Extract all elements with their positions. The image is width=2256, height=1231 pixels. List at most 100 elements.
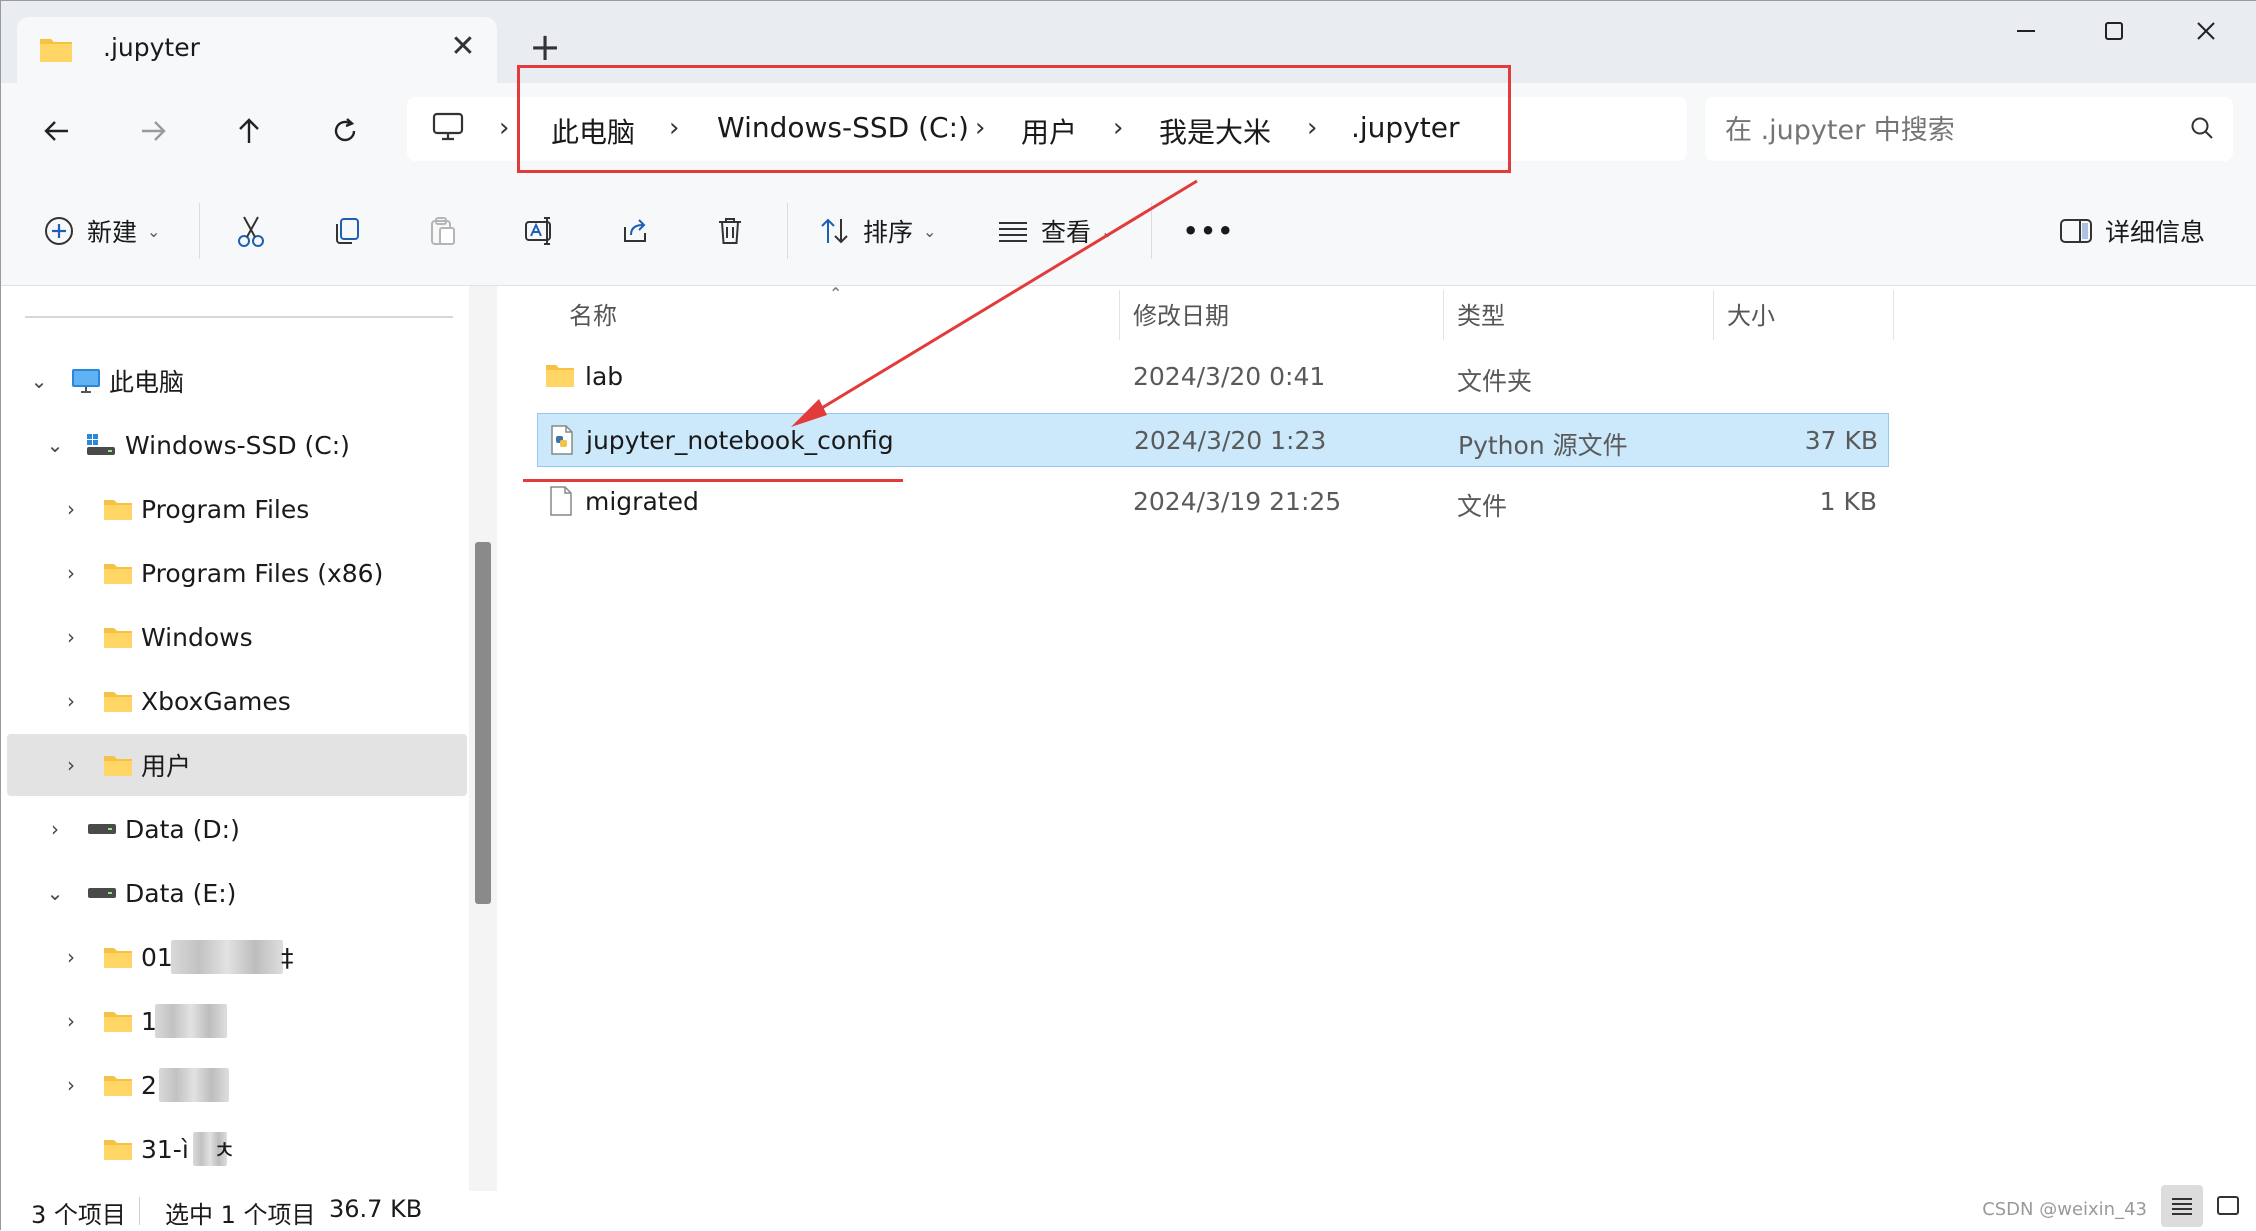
search-box[interactable] [1705,97,2233,161]
file-type: Python 源文件 [1458,431,1628,460]
folder-icon [545,362,575,388]
share-button[interactable] [619,205,651,257]
folder-icon [39,35,73,63]
chevron-right-icon[interactable]: › [59,689,83,713]
share-icon [619,215,651,247]
folder-icon [103,945,133,969]
back-arrow-icon[interactable] [31,105,83,157]
refresh-icon[interactable] [319,105,371,157]
column-divider[interactable] [1713,290,1714,340]
sidebar-item-users[interactable]: › 用户 [7,734,467,796]
column-divider[interactable] [1119,290,1120,340]
sidebar-item-label: 31-ì [141,1134,189,1164]
file-name: lab [585,362,624,391]
tab-jupyter[interactable]: .jupyter ✕ [17,17,497,83]
file-row-migrated[interactable]: migrated 2024/3/19 21:25 文件 1 KB [537,475,1889,529]
sort-label: 排序 [863,218,914,247]
up-arrow-icon[interactable] [223,105,275,157]
details-view-button[interactable] [2161,1185,2203,1227]
monitor-icon [431,111,465,143]
column-divider[interactable] [1443,290,1444,340]
selection-count: 选中 1 个项目 [165,1201,316,1229]
sidebar-item-xboxgames[interactable]: › XboxGames [7,670,467,732]
sort-button[interactable]: 排序 ⌄ [819,205,936,257]
sidebar-item-e-drive[interactable]: ⌄ Data (E:) [7,862,467,924]
file-list: ⌃ 名称 修改日期 类型 大小 lab 2024/3/20 0:41 文件夹 j… [501,284,2256,1191]
chevron-right-icon[interactable]: › [59,1073,83,1097]
folder-icon [103,561,133,585]
column-header-modified[interactable]: 修改日期 [1133,296,1229,340]
column-header-name[interactable]: 名称 [569,296,617,340]
sidebar-item-folder-2[interactable]: › 2 [7,1054,467,1116]
column-header-type[interactable]: 类型 [1457,296,1505,340]
forward-arrow-icon[interactable] [127,105,179,157]
details-pane-icon [2059,217,2093,245]
chevron-right-icon[interactable]: › [59,625,83,649]
tab-close-icon[interactable]: ✕ [443,27,483,67]
chevron-right-icon[interactable]: › [59,753,83,777]
sidebar-item-this-pc[interactable]: ⌄ 此电脑 [7,350,467,412]
sidebar-item-folder-31[interactable]: 31-ì ㅊ [7,1118,467,1180]
chevron-down-icon: ⌄ [147,221,161,241]
paste-icon [427,215,459,247]
view-button[interactable]: 查看 ⌄ [997,205,1114,257]
file-size: 37 KB [1804,426,1878,455]
sort-ascending-icon: ⌃ [829,284,843,303]
sidebar-item-folder-1[interactable]: › 1 [7,990,467,1052]
divider [25,316,453,318]
column-header-size[interactable]: 大小 [1727,296,1775,340]
chevron-right-icon[interactable]: › [59,945,83,969]
sidebar-item-label: Windows-SSD (C:) [125,430,350,460]
sidebar-item-c-drive[interactable]: ⌄ Windows-SSD (C:) [7,414,467,476]
chevron-right-icon[interactable]: › [59,561,83,585]
chevron-down-icon[interactable]: ⌄ [43,433,67,457]
annotation-underline [523,479,903,482]
more-options-button[interactable]: ••• [1183,205,1235,257]
sidebar-item-program-files[interactable]: › Program Files [7,478,467,540]
sidebar-item-label: Data (E:) [125,878,237,908]
folder-icon [103,1137,133,1161]
search-icon[interactable] [2189,115,2215,141]
delete-button[interactable] [715,205,745,257]
maximize-icon[interactable] [2079,7,2149,55]
sidebar-item-label: 2 [141,1070,157,1100]
cut-button[interactable] [235,205,267,257]
new-tab-button[interactable]: + [525,27,565,67]
folder-icon [103,625,133,649]
list-view-icon [997,217,1029,245]
chevron-right-icon[interactable]: › [43,817,67,841]
tiles-view-button[interactable] [2207,1185,2249,1227]
scrollbar-thumb[interactable] [475,542,491,904]
sidebar-item-suffix: ㅊ [213,1136,237,1165]
chevron-down-icon[interactable]: ⌄ [43,881,67,905]
minimize-icon[interactable] [1991,7,2061,55]
sidebar-item-label: XboxGames [141,686,291,716]
column-divider[interactable] [1893,290,1894,340]
chevron-right-icon[interactable]: › [59,1009,83,1033]
file-row-lab[interactable]: lab 2024/3/20 0:41 文件夹 [537,350,1889,404]
status-bar: 3 个项目 选中 1 个项目 36.7 KB CSDN @weixin_43 [1,1185,2256,1231]
chevron-down-icon[interactable]: ⌄ [27,369,51,393]
view-label: 查看 [1041,218,1092,247]
sidebar-item-folder-01[interactable]: › 01 ‡ [7,926,467,988]
drive-icon [87,822,117,836]
details-pane-button[interactable]: 详细信息 [2059,205,2205,257]
search-input[interactable] [1723,109,2167,151]
file-row-jupyter-notebook-config[interactable]: jupyter_notebook_config 2024/3/20 1:23 P… [537,413,1889,467]
rename-button[interactable] [523,205,557,257]
sidebar-item-windows[interactable]: › Windows [7,606,467,668]
chevron-right-icon[interactable]: › [59,497,83,521]
sidebar-item-label: 01 [141,942,173,972]
scissors-icon [235,214,267,248]
copy-button[interactable] [331,205,363,257]
file-modified: 2024/3/20 1:23 [1134,426,1327,455]
sidebar-item-program-files-x86[interactable]: › Program Files (x86) [7,542,467,604]
sidebar-item-d-drive[interactable]: › Data (D:) [7,798,467,860]
new-button[interactable]: 新建 ⌄ [43,205,160,257]
sort-icon [819,215,851,247]
file-modified: 2024/3/20 0:41 [1133,362,1326,391]
sidebar-item-label: Program Files [141,494,310,524]
close-icon[interactable] [2171,7,2241,55]
paste-button[interactable] [427,205,459,257]
folder-icon [103,497,133,521]
